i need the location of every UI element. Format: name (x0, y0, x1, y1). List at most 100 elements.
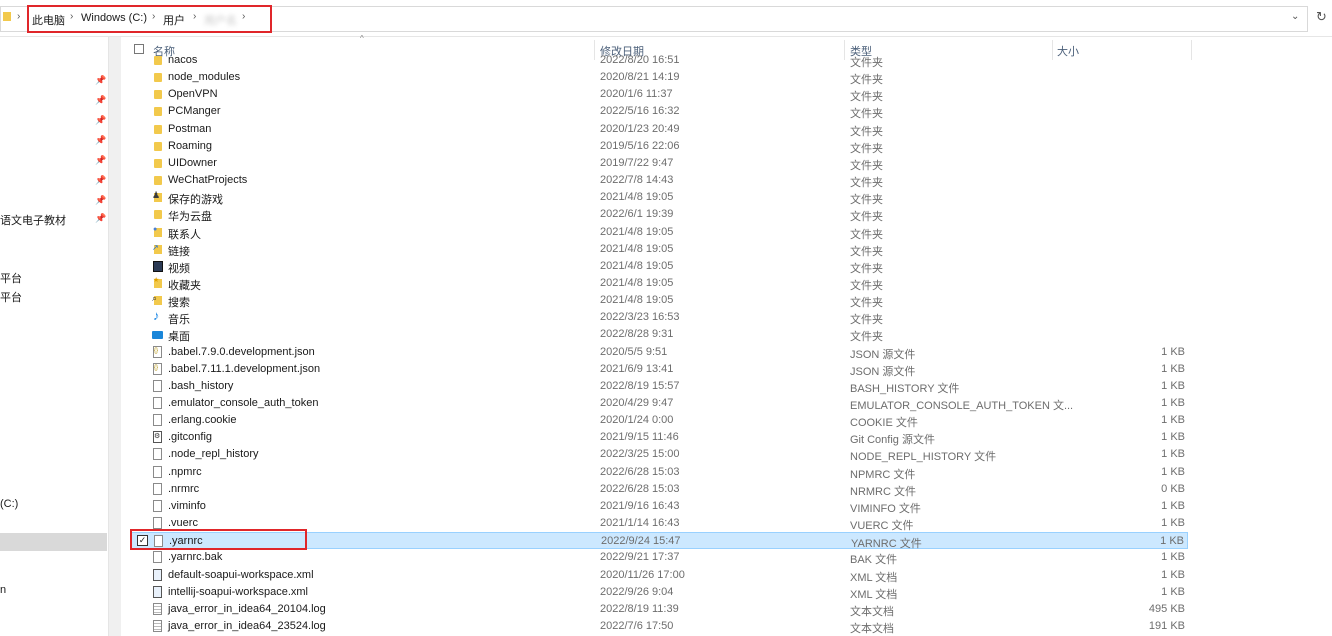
file-date: 2021/4/8 19:05 (600, 191, 674, 204)
file-row[interactable]: .babel.7.11.1.development.json 2021/6/9 1… (130, 361, 1188, 378)
file-type: NODE_REPL_HISTORY 文件 (850, 451, 997, 464)
file-type: BASH_HISTORY 文件 (850, 382, 960, 395)
file-icon (153, 465, 162, 478)
pin-icon[interactable]: 📌 (95, 175, 106, 186)
folder-icon (154, 124, 162, 134)
file-size: 495 KB (1148, 602, 1185, 615)
pin-icon[interactable]: 📌 (95, 155, 106, 166)
address-bar[interactable]: › 此电脑 › Windows (C:) › 用户 › 用户名 › ⌄ ↻ (0, 0, 1332, 37)
nav-item-drive-c[interactable]: (C:) (0, 498, 18, 510)
file-name: 华为云盘 (168, 211, 212, 224)
file-row[interactable]: 视频 2021/4/8 19:05 文件夹 (130, 258, 1188, 275)
pin-icon[interactable]: 📌 (95, 115, 106, 126)
file-name: .bash_history (168, 379, 234, 392)
file-row[interactable]: node_modules 2020/8/21 14:19 文件夹 (130, 69, 1188, 86)
file-date: 2021/4/8 19:05 (600, 259, 674, 272)
nav-item-network[interactable]: n (0, 584, 6, 596)
text-file-icon (153, 602, 162, 615)
music-icon: ♪ (153, 308, 160, 324)
file-row[interactable]: Postman 2020/1/23 20:49 文件夹 (130, 121, 1188, 138)
file-name: 保存的游戏 (168, 194, 223, 207)
file-name: WeChatProjects (168, 174, 248, 187)
column-divider[interactable] (1191, 40, 1192, 60)
pin-icon[interactable]: 📌 (95, 213, 106, 224)
file-size: 1 KB (1161, 414, 1185, 427)
refresh-icon[interactable]: ↻ (1316, 9, 1327, 25)
file-size: 1 KB (1161, 465, 1185, 478)
chevron-right-icon: › (17, 11, 21, 22)
file-row[interactable]: .node_repl_history 2022/3/25 15:00 NODE_RE… (130, 446, 1188, 463)
file-name: 桌面 (168, 331, 190, 344)
file-name: .gitconfig (168, 431, 213, 444)
file-row[interactable]: UIDowner 2019/7/22 9:47 文件夹 (130, 155, 1188, 172)
nav-item-platform-2[interactable]: 平台 (0, 289, 22, 305)
file-row[interactable]: intellij-soapui-workspace.xml 2022/9/26 9… (130, 584, 1188, 601)
folder-icon (154, 176, 162, 186)
file-row[interactable]: .bash_history 2022/8/19 15:57 BASH_HISTORY… (130, 378, 1188, 395)
file-type: 文件夹 (850, 211, 883, 224)
file-name: PCManger (168, 105, 221, 118)
file-date: 2020/4/29 9:47 (600, 397, 674, 409)
file-type: COOKIE 文件 (850, 417, 918, 430)
file-type: 文件夹 (850, 314, 883, 327)
file-row[interactable]: .nrmrc 2022/6/28 15:03 NRMRC 文件 0 KB (130, 481, 1188, 498)
file-date: 2020/11/26 17:00 (600, 568, 685, 581)
file-date: 2022/3/23 16:53 (600, 311, 680, 324)
file-row[interactable]: Roaming 2019/5/16 22:06 文件夹 (130, 138, 1188, 155)
file-size: 1 KB (1161, 397, 1185, 409)
file-row[interactable]: ♪ 音乐 2022/3/23 16:53 文件夹 (130, 308, 1188, 327)
file-size: 1 KB (1161, 448, 1185, 461)
nav-item-drive-selected[interactable] (0, 533, 107, 551)
pin-icon[interactable]: 📌 (95, 195, 106, 206)
file-row[interactable]: 链接 2021/4/8 19:05 文件夹 (130, 241, 1188, 258)
pin-icon[interactable]: 📌 (95, 135, 106, 146)
file-row[interactable]: java_error_in_idea64_23524.log 2022/7/6 1… (130, 618, 1188, 635)
file-name: java_error_in_idea64_20104.log (168, 602, 326, 615)
file-row[interactable]: 搜索 2021/4/8 19:05 文件夹 (130, 292, 1188, 309)
pin-icon[interactable]: 📌 (95, 75, 106, 86)
file-row[interactable]: 桌面 2022/8/28 9:31 文件夹 (130, 326, 1188, 343)
contacts-icon (153, 226, 162, 237)
file-row[interactable]: .babel.7.9.0.development.json 2020/5/5 9:… (130, 344, 1188, 361)
file-date: 2021/4/8 19:05 (600, 225, 674, 238)
file-row[interactable]: 华为云盘 2022/6/1 19:39 文件夹 (130, 206, 1188, 223)
file-type: JSON 源文件 (850, 348, 916, 361)
file-row[interactable]: java_error_in_idea64_20104.log 2022/8/19 … (130, 601, 1188, 618)
file-row[interactable]: .gitconfig 2021/9/15 11:46 Git Config 源文件 1… (130, 429, 1188, 446)
file-size: 1 KB (1161, 345, 1185, 358)
file-type: 文件夹 (850, 177, 883, 190)
pin-icon[interactable]: 📌 (95, 95, 106, 106)
file-date: 2021/4/8 19:05 (600, 294, 674, 307)
file-row[interactable]: WeChatProjects 2022/7/8 14:43 文件夹 (130, 172, 1188, 189)
file-date: 2022/6/28 15:03 (600, 465, 680, 478)
file-size: 1 KB (1161, 499, 1185, 512)
searches-icon (152, 293, 162, 306)
file-row[interactable]: .npmrc 2022/6/28 15:03 NPMRC 文件 1 KB (130, 464, 1188, 481)
file-icon (153, 414, 162, 427)
file-type: 文本文档 (850, 622, 894, 635)
file-row[interactable]: OpenVPN 2020/1/6 11:37 文件夹 (130, 86, 1188, 103)
chevron-down-icon[interactable]: ⌄ (1291, 11, 1299, 22)
file-row[interactable]: PCManger 2022/5/16 16:32 文件夹 (130, 103, 1188, 120)
file-row[interactable]: 联系人 2021/4/8 19:05 文件夹 (130, 224, 1188, 241)
file-row[interactable]: 收藏夹 2021/4/8 19:05 文件夹 (130, 275, 1188, 292)
file-row[interactable]: default-soapui-workspace.xml 2020/11/26 1… (130, 567, 1188, 584)
file-row[interactable]: .yarnrc.bak 2022/9/21 17:37 BAK 文件 1 KB (130, 549, 1188, 566)
nav-scrollbar[interactable] (108, 37, 121, 636)
nav-item-textbook[interactable]: 语文电子教材 (0, 212, 66, 228)
nav-item-platform-1[interactable]: 平台 (0, 270, 22, 286)
file-name: Postman (168, 122, 212, 135)
file-row[interactable]: .erlang.cookie 2020/1/24 0:00 COOKIE 文件 1 K… (130, 412, 1188, 429)
file-row[interactable]: 保存的游戏 2021/4/8 19:05 文件夹 (130, 189, 1188, 206)
file-row[interactable]: .viminfo 2021/9/16 16:43 VIMINFO 文件 1 KB (130, 498, 1188, 515)
file-row[interactable]: .emulator_console_auth_token 2020/4/29 9:… (130, 395, 1188, 412)
file-type: BAK 文件 (850, 554, 898, 567)
file-row[interactable]: nacos 2022/8/20 16:51 文件夹 (130, 52, 1188, 69)
text-file-icon (153, 619, 162, 632)
file-size: 1 KB (1161, 551, 1185, 564)
file-type: 文件夹 (850, 331, 883, 344)
file-size: 1 KB (1161, 517, 1185, 530)
saved-games-icon (152, 190, 162, 203)
file-size: 1 KB (1161, 431, 1185, 444)
file-date: 2022/8/20 16:51 (600, 54, 680, 66)
